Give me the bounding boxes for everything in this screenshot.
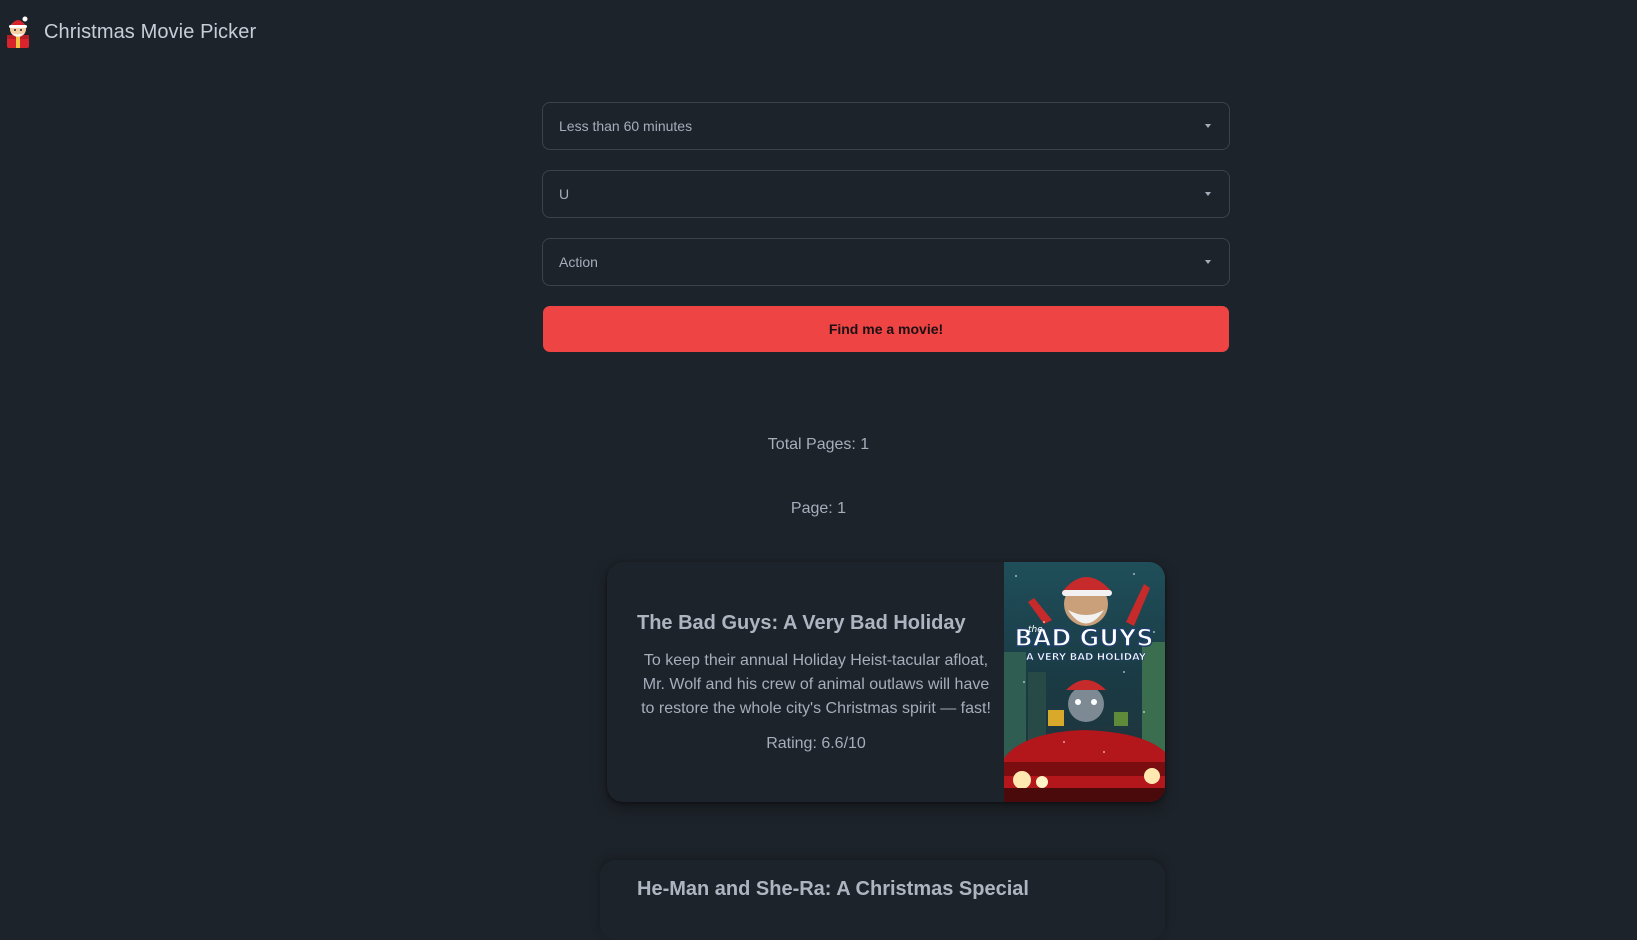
movie-title: The Bad Guys: A Very Bad Holiday <box>637 611 966 634</box>
movie-poster[interactable]: BAD GUYS the A VERY BAD HOLIDAY <box>1004 562 1165 802</box>
movie-card[interactable]: The Bad Guys: A Very Bad Holiday To keep… <box>607 562 1165 802</box>
movie-title: He-Man and She-Ra: A Christmas Special <box>637 878 1029 900</box>
svg-text:A VERY BAD HOLIDAY: A VERY BAD HOLIDAY <box>1026 652 1147 663</box>
navbar: Christmas Movie Picker <box>0 0 256 64</box>
app-title[interactable]: Christmas Movie Picker <box>44 21 256 44</box>
genre-select-value: Action <box>559 254 598 270</box>
find-movie-button[interactable]: Find me a movie! <box>543 306 1229 352</box>
svg-text:the: the <box>1028 625 1043 635</box>
certificate-select-value: U <box>559 186 570 202</box>
duration-select[interactable]: Less than 60 minutes <box>542 102 1230 150</box>
chevron-down-icon <box>1205 260 1211 264</box>
genre-select[interactable]: Action <box>542 238 1230 286</box>
total-pages-label: Total Pages: 1 <box>767 436 870 453</box>
certificate-select[interactable]: U <box>542 170 1230 218</box>
duration-select-value: Less than 60 minutes <box>559 118 693 134</box>
movie-description: To keep their annual Holiday Heist-tacul… <box>641 651 991 717</box>
santa-logo-icon[interactable] <box>4 15 32 49</box>
chevron-down-icon <box>1205 192 1211 196</box>
chevron-down-icon <box>1205 124 1211 128</box>
poster-title-icon: BAD GUYS the A VERY BAD HOLIDAY <box>1014 623 1155 663</box>
page-label: Page: 1 <box>790 500 847 517</box>
filter-form: Less than 60 minutes U Action Find me a … <box>542 102 1230 352</box>
movie-card-body: The Bad Guys: A Very Bad Holiday To keep… <box>607 562 1005 802</box>
movie-card[interactable]: He-Man and She-Ra: A Christmas Special <box>600 860 1165 940</box>
movie-rating: Rating: 6.6/10 <box>766 734 866 752</box>
